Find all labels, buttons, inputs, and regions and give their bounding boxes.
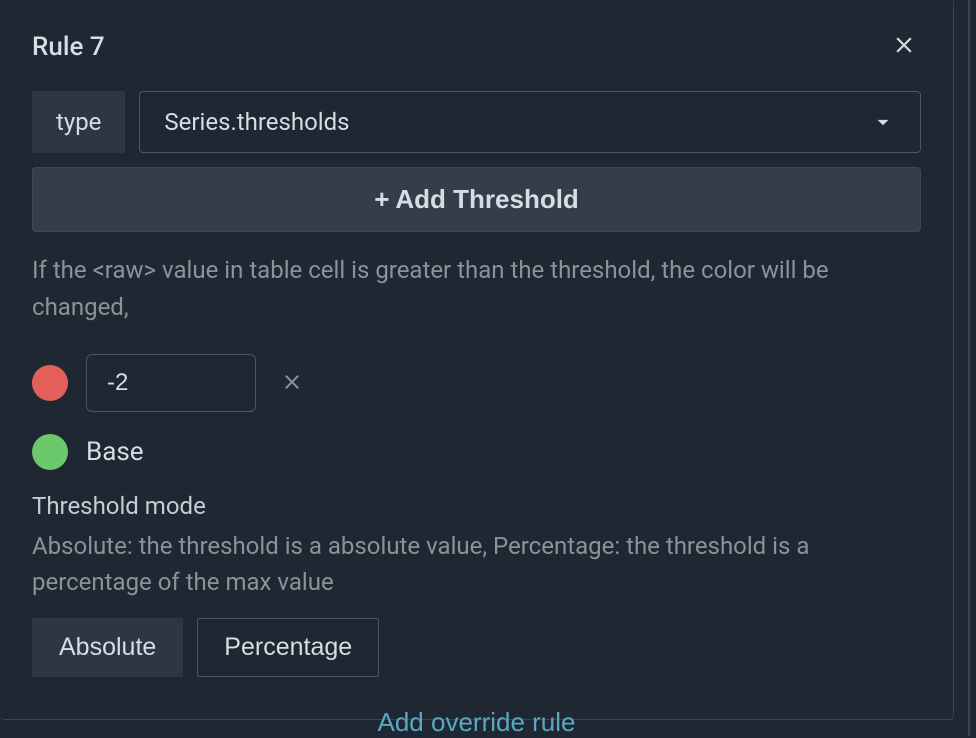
- threshold-row: [32, 354, 921, 412]
- threshold-mode-label: Threshold mode: [32, 492, 921, 520]
- base-threshold-row: Base: [32, 434, 921, 470]
- threshold-value-input[interactable]: [86, 354, 256, 412]
- rule-panel: Rule 7 type Series.thresholds + Add Thre…: [0, 0, 954, 720]
- chevron-down-icon: [870, 109, 896, 135]
- close-icon: [280, 370, 304, 394]
- add-threshold-button[interactable]: + Add Threshold: [32, 167, 921, 232]
- type-row: type Series.thresholds: [32, 91, 921, 153]
- threshold-color-swatch[interactable]: [32, 365, 68, 401]
- threshold-mode-percentage-button[interactable]: Percentage: [197, 618, 379, 677]
- threshold-mode-buttons: Absolute Percentage: [32, 618, 921, 677]
- type-label: type: [32, 91, 125, 153]
- base-label: Base: [86, 437, 144, 467]
- type-select[interactable]: Series.thresholds: [139, 91, 921, 153]
- add-override-rule-button[interactable]: Add override rule: [32, 707, 921, 738]
- close-icon: [891, 32, 917, 58]
- add-threshold-label: Add Threshold: [395, 184, 578, 215]
- threshold-help-text: If the <raw> value in table cell is grea…: [32, 252, 921, 326]
- threshold-mode-absolute-button[interactable]: Absolute: [32, 618, 183, 677]
- threshold-mode-help: Absolute: the threshold is a absolute va…: [32, 528, 921, 600]
- close-rule-button[interactable]: [887, 28, 921, 65]
- right-divider: [968, 0, 970, 736]
- threshold-remove-button[interactable]: [274, 364, 310, 403]
- type-select-value: Series.thresholds: [164, 108, 349, 136]
- base-color-swatch[interactable]: [32, 434, 68, 470]
- rule-header: Rule 7: [32, 28, 921, 65]
- rule-title: Rule 7: [32, 32, 105, 62]
- plus-icon: +: [374, 184, 389, 215]
